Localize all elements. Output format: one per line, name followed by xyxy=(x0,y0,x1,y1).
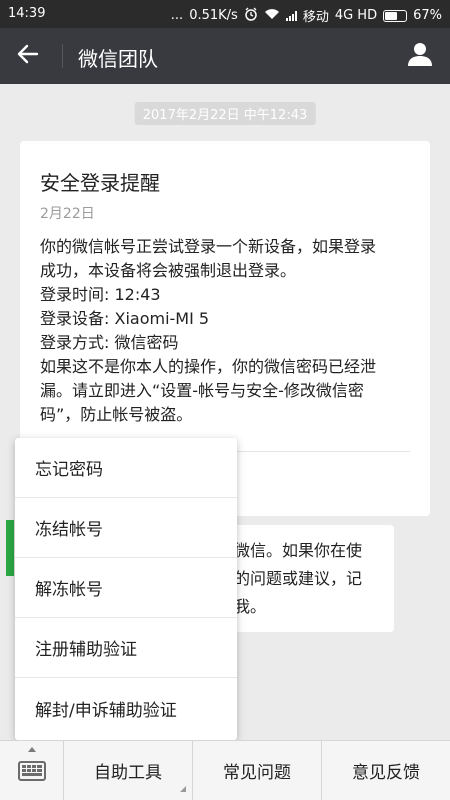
wifi-icon xyxy=(264,8,280,24)
bubble-line: 的问题或建议，记 xyxy=(234,569,363,588)
page-title: 微信团队 xyxy=(78,47,158,71)
status-dots: ... xyxy=(170,8,184,23)
card-line: 登录方式: 微信密码 xyxy=(40,333,179,352)
menu-item-register-verification[interactable]: 注册辅助验证 xyxy=(15,618,237,678)
battery-percent: 67% xyxy=(413,8,442,23)
keyboard-toggle-button[interactable] xyxy=(0,741,64,800)
back-button[interactable] xyxy=(6,36,50,76)
bubble-line: 我。 xyxy=(234,597,267,616)
status-bar: 14:39 ... 0.51K/s 移动 4G HD 67% xyxy=(0,0,450,28)
menu-item-appeal-verification[interactable]: 解封/申诉辅助验证 xyxy=(15,678,237,738)
status-time: 14:39 xyxy=(8,6,46,21)
card-line: 码”，防止帐号被盗。 xyxy=(40,405,193,424)
title-divider xyxy=(62,44,63,68)
signal-icon xyxy=(285,10,297,21)
card-line: 成功，本设备将会被强制退出登录。 xyxy=(40,261,297,280)
tab-feedback[interactable]: 意见反馈 xyxy=(322,741,450,800)
card-title: 安全登录提醒 xyxy=(40,171,160,195)
tab-self-service[interactable]: 自助工具 xyxy=(64,741,193,800)
network-speed: 0.51K/s xyxy=(189,8,238,23)
card-line: 登录时间: 12:43 xyxy=(40,285,161,304)
card-line: 登录设备: Xiaomi-MI 5 xyxy=(40,309,210,328)
status-right: ... 0.51K/s 移动 4G HD 67% xyxy=(171,6,442,25)
tab-label: 意见反馈 xyxy=(352,763,420,783)
battery-fill xyxy=(385,11,398,20)
card-line: 漏。请立即进入“设置-帐号与安全-修改微信密 xyxy=(40,381,364,400)
keyboard-icon xyxy=(17,760,46,781)
menu-item-unfreeze-account[interactable]: 解冻帐号 xyxy=(15,558,237,618)
battery-icon xyxy=(383,9,408,22)
card-body: 你的微信帐号正尝试登录一个新设备，如果登录 成功，本设备将会被强制退出登录。 登… xyxy=(40,235,410,427)
menu-item-freeze-account[interactable]: 冻结帐号 xyxy=(15,498,237,558)
network-type: 4G HD xyxy=(334,8,378,23)
tab-faq[interactable]: 常见问题 xyxy=(193,741,322,800)
self-service-menu: 忘记密码 冻结帐号 解冻帐号 注册辅助验证 解封/申诉辅助验证 xyxy=(15,438,237,740)
menu-item-forgot-password[interactable]: 忘记密码 xyxy=(15,438,237,498)
submenu-indicator-icon xyxy=(180,786,186,792)
bottom-menu-bar: 自助工具 常见问题 意见反馈 xyxy=(0,740,450,800)
user-icon xyxy=(407,41,433,71)
back-arrow-icon xyxy=(17,44,39,68)
expand-arrow-icon xyxy=(28,747,36,752)
tab-label: 常见问题 xyxy=(223,763,291,783)
title-bar: 微信团队 xyxy=(0,28,450,84)
user-profile-button[interactable] xyxy=(400,36,440,76)
alarm-icon xyxy=(244,7,258,25)
message-bubble[interactable]: 微信。如果你在使 的问题或建议，记 我。 xyxy=(222,525,394,632)
tab-label: 自助工具 xyxy=(94,763,162,783)
card-date: 2月22日 xyxy=(40,206,95,222)
card-line: 你的微信帐号正尝试登录一个新设备，如果登录 xyxy=(40,237,377,256)
chat-timestamp: 2017年2月22日 中午12:43 xyxy=(134,102,316,125)
bubble-line: 微信。如果你在使 xyxy=(234,541,363,560)
selection-indicator xyxy=(6,520,14,576)
card-line: 如果这不是你本人的操作，你的微信密码已经泄 xyxy=(40,357,377,376)
carrier-name: 移动 xyxy=(302,10,329,25)
